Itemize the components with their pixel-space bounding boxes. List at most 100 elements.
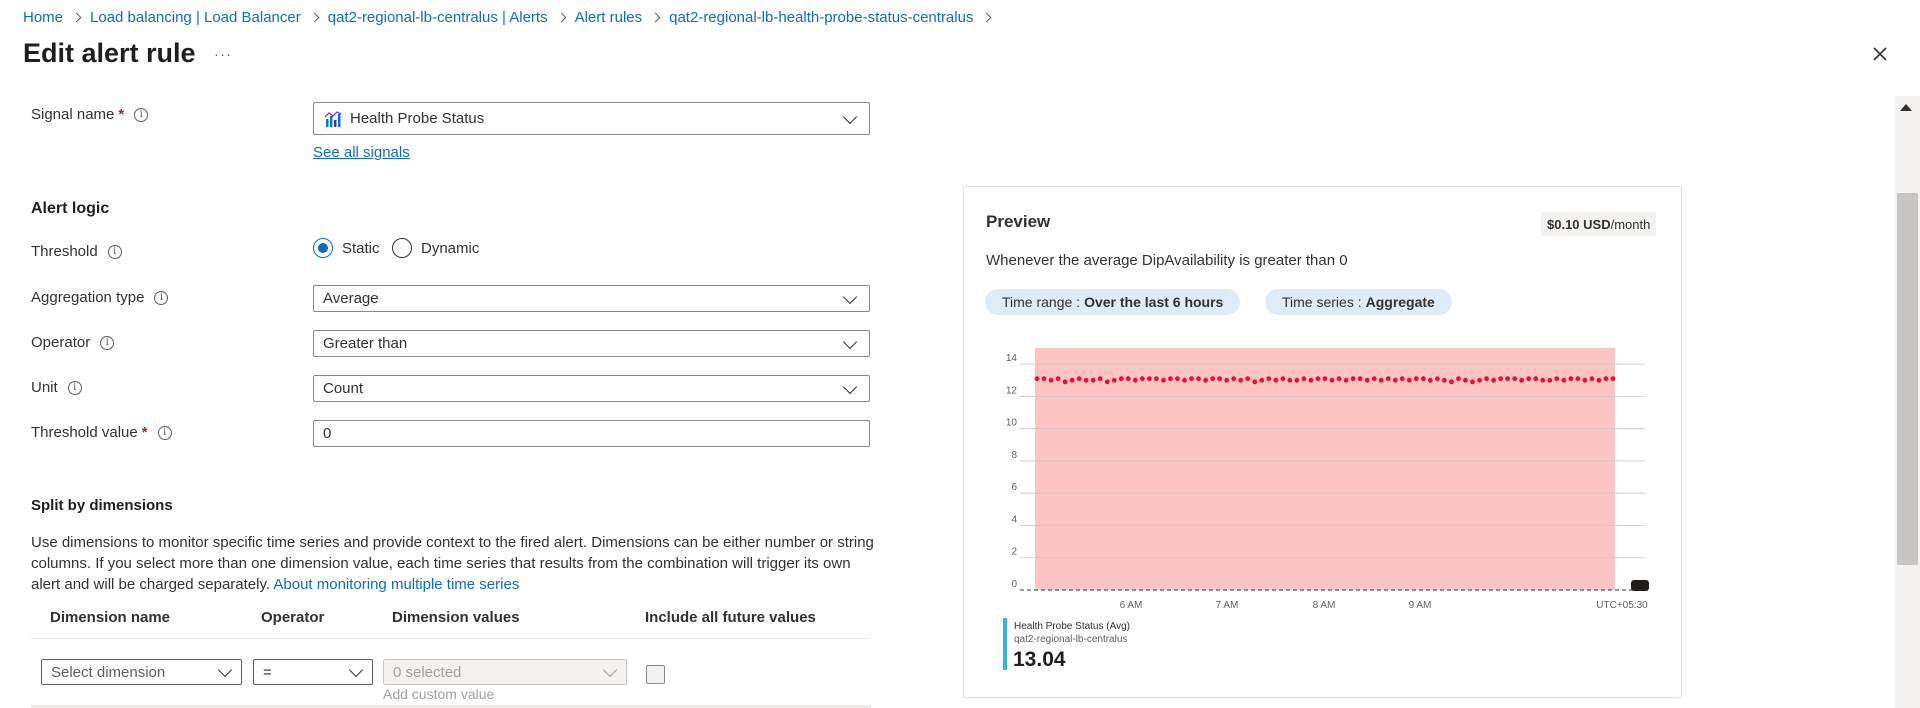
info-icon[interactable]: i	[107, 244, 122, 259]
close-icon[interactable]	[1869, 43, 1891, 65]
data-point	[1308, 377, 1314, 383]
y-tick-label: 10	[1006, 418, 1018, 429]
data-point	[1329, 377, 1335, 383]
operator-label-text: Operator	[31, 334, 91, 351]
threshold-value-label-text: Threshold value	[31, 424, 138, 441]
data-point	[1477, 377, 1482, 383]
info-icon[interactable]: i	[100, 335, 115, 350]
data-point	[1322, 376, 1328, 382]
threshold-dynamic-radio[interactable]: Dynamic	[392, 238, 479, 258]
chevron-down-icon	[842, 334, 858, 349]
data-point	[1540, 377, 1546, 383]
select-dimension-dropdown[interactable]: Select dimension	[41, 659, 242, 685]
y-tick-label: 6	[1011, 482, 1017, 493]
scroll-up-arrow-icon[interactable]	[1900, 104, 1912, 111]
breadcrumb-lb-alerts[interactable]: qat2-regional-lb-centralus | Alerts	[328, 9, 548, 26]
y-tick-label: 14	[1006, 353, 1018, 364]
data-point	[1097, 376, 1103, 382]
operator-label: Operator i	[31, 334, 115, 351]
y-tick-label: 12	[1006, 385, 1018, 396]
data-point	[1413, 376, 1419, 382]
chevron-down-icon	[842, 289, 858, 304]
breadcrumb-chevron-icon	[71, 12, 82, 22]
unit-label-text: Unit	[31, 379, 58, 396]
signal-name-dropdown[interactable]: Health Probe Status	[313, 102, 870, 135]
breadcrumb: Home Load balancing | Load Balancer qat2…	[23, 6, 1000, 28]
data-point	[1582, 377, 1588, 383]
data-point	[1168, 376, 1173, 382]
scrollbar-thumb[interactable]	[1897, 193, 1918, 565]
data-point	[1132, 377, 1138, 383]
data-point	[1266, 376, 1272, 382]
data-point	[1449, 379, 1454, 385]
split-description: Use dimensions to monitor specific time …	[31, 532, 876, 595]
data-point	[1301, 376, 1307, 382]
data-point	[1231, 376, 1237, 382]
data-point	[1456, 376, 1461, 382]
data-point	[1210, 376, 1216, 382]
data-point	[1182, 377, 1187, 383]
data-point	[1470, 379, 1475, 385]
signal-name-label-text: Signal name	[31, 106, 115, 123]
data-point	[1561, 377, 1567, 383]
x-tick-label: 8 AM	[1313, 600, 1336, 611]
include-future-values-checkbox[interactable]	[646, 665, 665, 684]
operator-dropdown[interactable]: Greater than	[313, 330, 870, 357]
breadcrumb-alert-rules[interactable]: Alert rules	[575, 9, 643, 26]
data-point	[1118, 376, 1124, 382]
data-point	[1196, 376, 1201, 382]
dimension-operator-dropdown[interactable]: =	[253, 659, 373, 685]
aggregation-type-dropdown[interactable]: Average	[313, 285, 870, 312]
more-options-button[interactable]: ···	[214, 46, 232, 63]
data-point	[1048, 377, 1054, 383]
signal-name-value: Health Probe Status	[350, 110, 485, 127]
column-dimension-values: Dimension values	[392, 609, 520, 626]
cost-unit: /month	[1610, 216, 1651, 232]
aggregation-type-label-text: Aggregation type	[31, 289, 145, 306]
data-point	[1146, 376, 1152, 382]
threshold-static-radio[interactable]: Static	[313, 238, 380, 258]
time-range-label: Time range :	[1002, 294, 1081, 310]
data-point	[1055, 376, 1061, 382]
about-monitoring-link[interactable]: About monitoring multiple time series	[273, 576, 519, 593]
data-point	[1434, 376, 1440, 382]
info-icon[interactable]: i	[157, 425, 172, 440]
breadcrumb-home[interactable]: Home	[23, 9, 63, 26]
data-point	[1076, 376, 1082, 382]
breadcrumb-rule-name[interactable]: qat2-regional-lb-health-probe-status-cen…	[669, 9, 973, 26]
x-tick-label: 7 AM	[1216, 600, 1239, 611]
info-icon[interactable]: i	[134, 107, 149, 122]
data-point	[1526, 376, 1532, 382]
data-point	[1378, 377, 1384, 383]
data-point	[1203, 377, 1208, 383]
data-point	[1554, 376, 1560, 382]
data-point	[1385, 376, 1391, 382]
x-tick-label: 9 AM	[1409, 600, 1432, 611]
column-dimension-name: Dimension name	[50, 609, 171, 626]
data-point	[1519, 377, 1525, 383]
data-point	[1287, 377, 1293, 383]
threshold-value-input[interactable]: 0	[313, 420, 870, 447]
threshold-static-label: Static	[342, 239, 380, 257]
y-tick-label: 0	[1011, 579, 1017, 590]
y-tick-label: 2	[1011, 547, 1017, 558]
info-icon[interactable]: i	[154, 290, 169, 305]
data-point	[1505, 376, 1511, 382]
data-point	[1245, 376, 1251, 382]
data-point	[1427, 377, 1433, 383]
unit-label: Unit i	[31, 379, 82, 396]
data-point	[1083, 377, 1089, 383]
unit-dropdown[interactable]: Count	[313, 375, 870, 402]
breadcrumb-load-balancing[interactable]: Load balancing | Load Balancer	[90, 9, 301, 26]
data-point	[1463, 377, 1468, 383]
breadcrumb-chevron-icon	[556, 12, 567, 22]
data-point	[1603, 376, 1609, 382]
time-series-pill: Time series : Aggregate	[1265, 289, 1452, 315]
info-icon[interactable]: i	[67, 380, 82, 395]
add-custom-value: Add custom value	[383, 686, 495, 702]
data-point	[1399, 376, 1405, 382]
chevron-down-icon	[842, 379, 858, 394]
threshold-label: Threshold i	[31, 243, 122, 260]
time-series-value: Aggregate	[1365, 294, 1435, 310]
see-all-signals-link[interactable]: See all signals	[313, 144, 410, 161]
